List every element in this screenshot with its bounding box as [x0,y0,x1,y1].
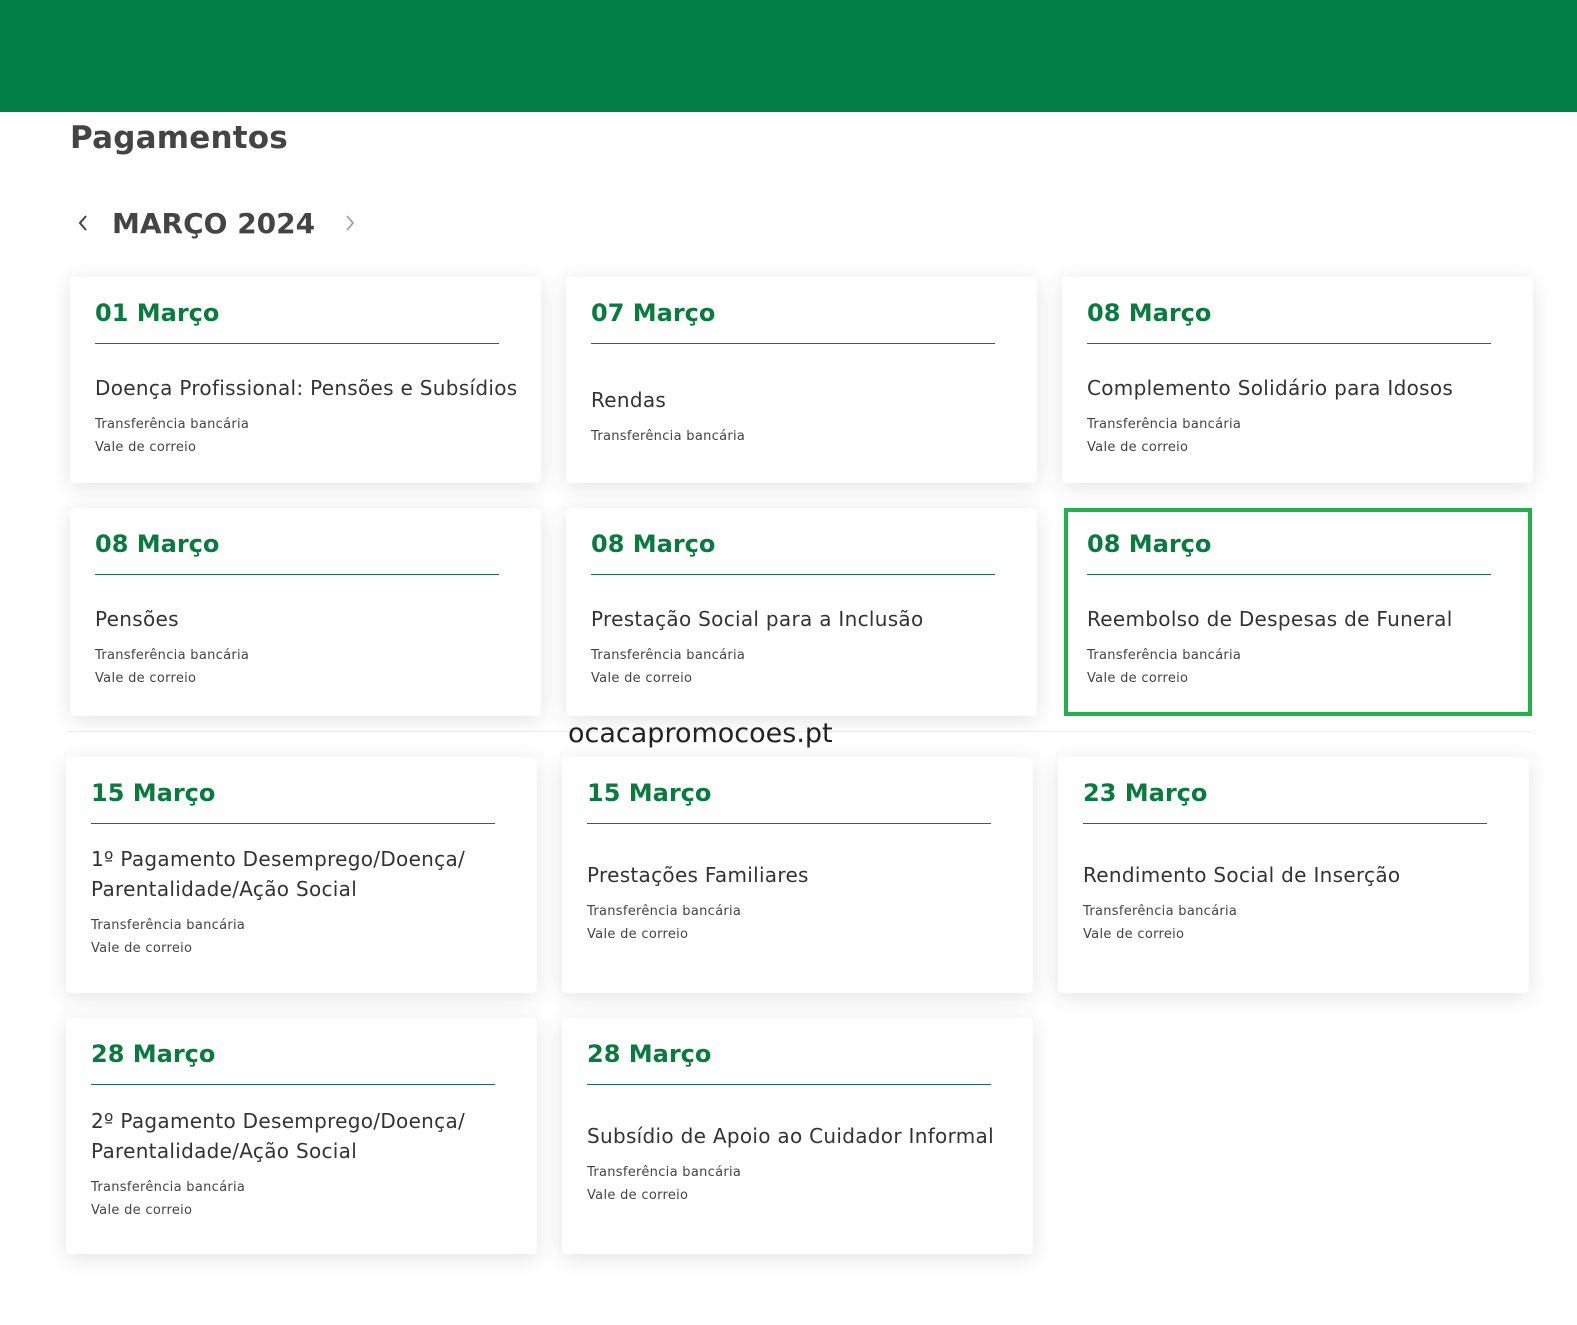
payment-method: Transferência bancária [1087,417,1242,432]
payment-card[interactable]: 07 Março Rendas Transferência bancária [566,277,1037,483]
card-title: Prestações Familiares [587,863,809,887]
month-navigation: MARÇO 2024 [70,200,363,246]
payment-method: Transferência bancária [1083,904,1238,919]
payment-card[interactable]: 08 Março Pensões Transferência bancária Val… [70,508,541,716]
card-body: Complemento Solidário para Idosos Transfe… [1087,373,1513,459]
payment-method: Vale de correio [95,440,197,455]
card-title: 2º Pagamento Desemprego/Doença/ Parental… [91,1109,466,1163]
payment-methods: Transferência bancária Vale de correio [1083,900,1509,946]
card-date: 08 Março [1087,530,1212,558]
payment-method: Transferência bancária [95,417,250,432]
payment-method: Vale de correio [1087,440,1189,455]
card-title: Rendimento Social de Inserção [1083,863,1401,887]
payment-methods: Transferência bancária [591,425,1017,448]
payment-card[interactable]: 28 Março 2º Pagamento Desemprego/Doença/ … [66,1018,537,1254]
card-divider [1087,574,1491,575]
payment-card[interactable]: 08 Março Prestação Social para a Inclusão… [566,508,1037,716]
card-divider [95,343,499,344]
watermark-text: ocacapromocoes.pt [568,718,833,749]
card-divider [1083,823,1487,824]
payment-methods: Transferência bancária Vale de correio [1087,644,1513,690]
payment-card[interactable]: 28 Março Subsídio de Apoio ao Cuidador In… [562,1018,1033,1254]
card-body: Pensões Transferência bancária Vale de cor… [95,604,521,690]
card-title: 1º Pagamento Desemprego/Doença/ Parental… [91,847,466,901]
month-label: MARÇO 2024 [112,206,316,240]
card-date: 08 Março [591,530,716,558]
payment-method: Vale de correio [91,941,193,956]
card-date: 28 Março [587,1040,712,1068]
card-title: Prestação Social para a Inclusão [591,607,924,631]
card-divider [91,1084,495,1085]
payment-methods: Transferência bancária Vale de correio [587,1161,1013,1207]
payment-card[interactable]: 15 Março 1º Pagamento Desemprego/Doença/ … [66,757,537,993]
card-body: Rendas Transferência bancária [591,385,1017,448]
card-divider [587,823,991,824]
card-title: Pensões [95,607,179,631]
card-date: 01 Março [95,299,220,327]
payment-method: Transferência bancária [591,648,746,663]
card-body: Subsídio de Apoio ao Cuidador Informal Tr… [587,1121,1013,1207]
payment-card[interactable]: 08 Março Reembolso de Despesas de Funeral… [1062,508,1533,716]
payment-card[interactable]: 15 Março Prestações Familiares Transferênc… [562,757,1033,993]
card-date: 28 Março [91,1040,216,1068]
card-date: 08 Março [1087,299,1212,327]
card-body: Reembolso de Despesas de Funeral Transfer… [1087,604,1513,690]
payment-methods: Transferência bancária Vale de correio [587,900,1013,946]
card-divider [591,343,995,344]
payment-method: Transferência bancária [1087,648,1242,663]
payment-methods: Transferência bancária Vale de correio [91,914,517,960]
payment-method: Transferência bancária [591,429,746,444]
card-divider [1087,343,1491,344]
payment-method: Vale de correio [1083,927,1185,942]
payment-method: Vale de correio [587,927,689,942]
payment-card[interactable]: 08 Março Complemento Solidário para Idoso… [1062,277,1533,483]
payment-method: Transferência bancária [91,918,246,933]
card-body: Rendimento Social de Inserção Transferênc… [1083,860,1509,946]
payment-method: Transferência bancária [95,648,250,663]
payment-method: Vale de correio [1087,671,1189,686]
card-body: 2º Pagamento Desemprego/Doença/ Parental… [91,1106,517,1222]
card-divider [587,1084,991,1085]
payment-methods: Transferência bancária Vale de correio [91,1176,517,1222]
card-body: Prestação Social para a Inclusão Transfer… [591,604,1017,690]
payment-card[interactable]: 23 Março Rendimento Social de Inserção Tra… [1058,757,1529,993]
card-title: Doença Profissional: Pensões e Subsídios [95,376,518,400]
payment-method: Vale de correio [91,1203,193,1218]
card-date: 15 Março [91,779,216,807]
card-date: 15 Março [587,779,712,807]
payment-methods: Transferência bancária Vale de correio [1087,413,1513,459]
card-body: Doença Profissional: Pensões e Subsídios… [95,373,521,459]
card-title: Complemento Solidário para Idosos [1087,376,1454,400]
page-title: Pagamentos [70,120,288,156]
chevron-left-icon[interactable] [70,210,96,236]
chevron-right-icon[interactable] [337,210,363,236]
payment-method: Vale de correio [95,671,197,686]
card-body: 1º Pagamento Desemprego/Doença/ Parental… [91,844,517,960]
card-title: Reembolso de Despesas de Funeral [1087,607,1453,631]
card-date: 23 Março [1083,779,1208,807]
card-body: Prestações Familiares Transferência bancá… [587,860,1013,946]
card-divider [591,574,995,575]
payment-method: Transferência bancária [587,1165,742,1180]
card-date: 08 Março [95,530,220,558]
payment-method: Transferência bancária [91,1180,246,1195]
payment-methods: Transferência bancária Vale de correio [95,413,521,459]
top-banner [0,0,1577,112]
payment-method: Vale de correio [591,671,693,686]
card-date: 07 Março [591,299,716,327]
payment-card[interactable]: 01 Março Doença Profissional: Pensões e S… [70,277,541,483]
payment-method: Vale de correio [587,1188,689,1203]
card-divider [91,823,495,824]
payment-method: Transferência bancária [587,904,742,919]
payment-methods: Transferência bancária Vale de correio [591,644,1017,690]
card-divider [95,574,499,575]
card-title: Subsídio de Apoio ao Cuidador Informal [587,1124,994,1148]
payment-methods: Transferência bancária Vale de correio [95,644,521,690]
card-title: Rendas [591,388,667,412]
